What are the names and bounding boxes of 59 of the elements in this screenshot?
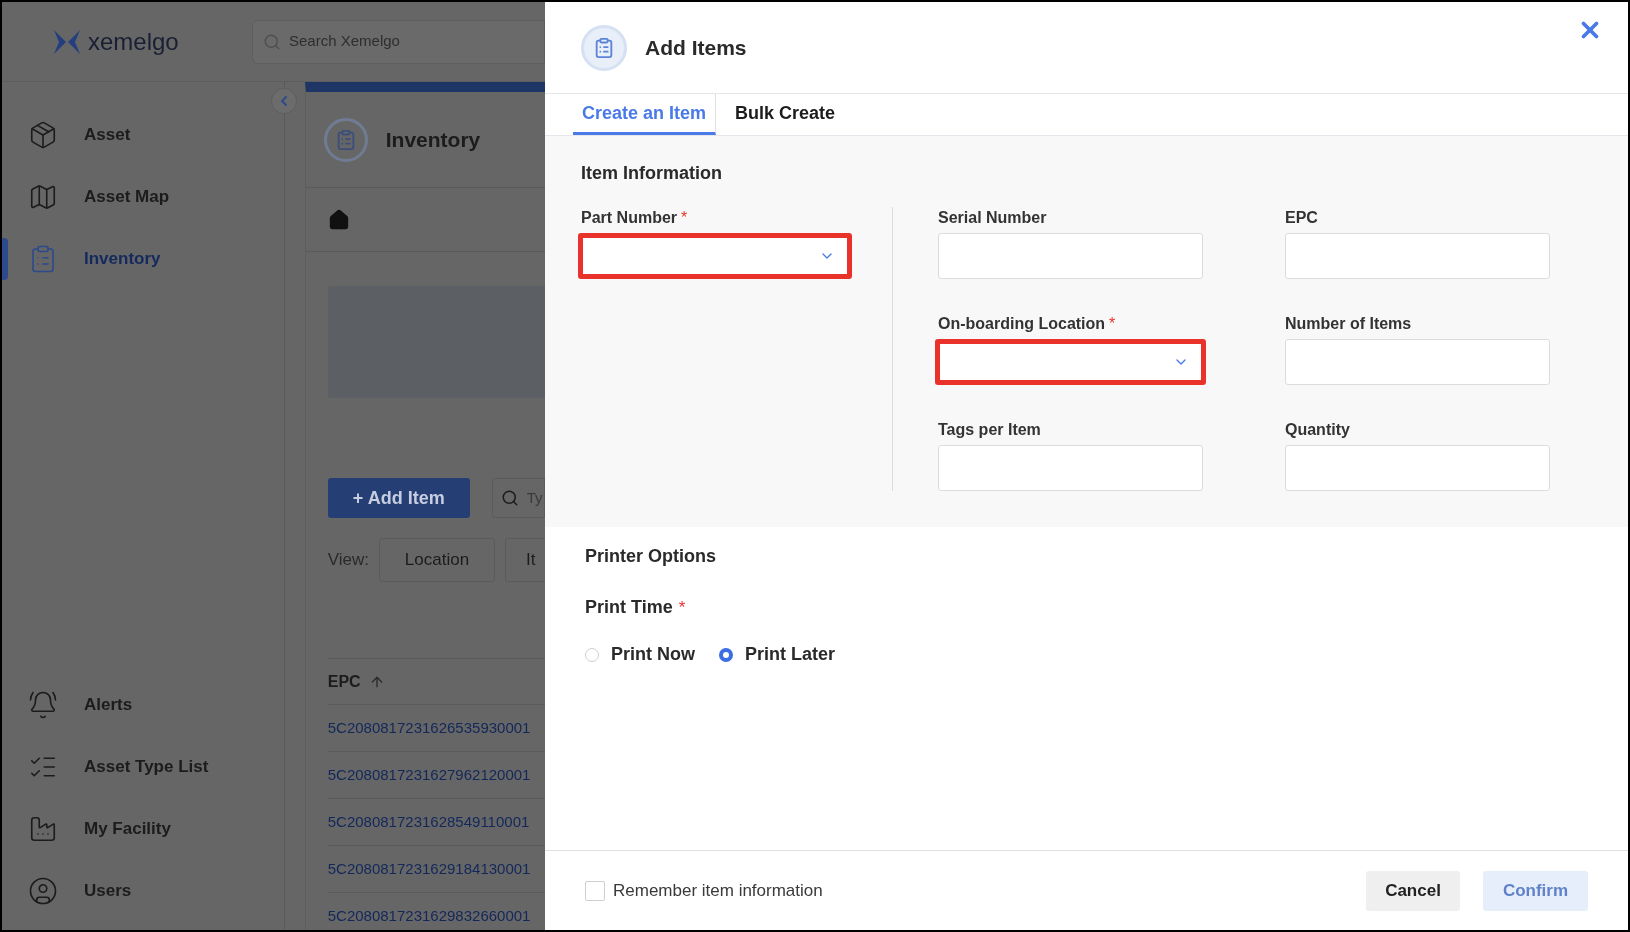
epc-link[interactable]: 5C2080817231626535930001	[327, 716, 531, 740]
logo-text: xemelgo	[88, 26, 179, 57]
radio-label[interactable]: Print Now	[611, 641, 695, 668]
user-icon	[28, 876, 58, 906]
dropdown-field[interactable]	[578, 233, 852, 279]
sidebar-item[interactable]: Asset Type List	[84, 754, 209, 780]
add-item-button[interactable]: + Add Item	[327, 478, 470, 518]
sidebar-item[interactable]: Asset	[84, 122, 131, 148]
required-mark: *	[678, 596, 686, 619]
field-label: Print Time	[585, 596, 673, 619]
section-title: Item Information	[581, 162, 722, 185]
search-icon	[263, 32, 281, 51]
modal-title: Add Items	[645, 34, 747, 61]
logo-icon	[54, 29, 80, 54]
checkbox-label: Remember item information	[613, 879, 823, 902]
radio-button[interactable]	[719, 647, 733, 662]
input-field[interactable]	[938, 445, 1203, 491]
bell-icon	[28, 690, 58, 720]
epc-link[interactable]: 5C2080817231629832660001	[327, 904, 531, 928]
dropdown-field[interactable]	[935, 339, 1206, 385]
sidebar-item[interactable]: Alerts	[84, 692, 133, 718]
section-title: Printer Options	[585, 545, 716, 568]
required-mark: *	[1109, 314, 1116, 334]
building-icon	[28, 814, 58, 844]
search-field[interactable]: Search Xemelgo	[252, 19, 545, 64]
field-label: Tags per Item	[938, 420, 1041, 440]
field-label: Number of Items	[1285, 314, 1412, 334]
sidebar-item[interactable]: My Facility	[84, 816, 171, 842]
field-label: Quantity	[1285, 420, 1350, 440]
required-mark: *	[681, 208, 688, 228]
tab[interactable]: Bulk Create	[726, 94, 845, 135]
sidebar-item[interactable]: Inventory	[84, 246, 161, 272]
sidebar-item[interactable]: Users	[84, 878, 132, 904]
field-label: On-boarding Location	[938, 314, 1106, 334]
input-field[interactable]	[938, 233, 1203, 279]
epc-link[interactable]: 5C2080817231627962120001	[327, 763, 531, 787]
view-label: View:	[327, 549, 369, 572]
radio-label[interactable]: Print Later	[745, 641, 836, 668]
clipboard-icon	[581, 24, 627, 71]
field-label: Part Number	[581, 208, 678, 228]
search-icon	[500, 489, 519, 507]
field-label: Serial Number	[938, 208, 1047, 228]
home-icon[interactable]	[327, 208, 350, 231]
box-icon	[28, 120, 58, 150]
column-header[interactable]: EPC	[327, 669, 361, 694]
input-field[interactable]	[1285, 445, 1550, 491]
clipboard-icon	[323, 117, 368, 162]
input-field[interactable]	[1285, 233, 1550, 279]
page-title: Inventory	[385, 126, 481, 153]
epc-link[interactable]: 5C2080817231629184130001	[327, 857, 531, 881]
input-field[interactable]	[1285, 339, 1550, 385]
collapse-button[interactable]	[270, 88, 297, 114]
checkbox[interactable]	[585, 880, 605, 901]
map-icon	[28, 182, 58, 212]
field-label: EPC	[1285, 208, 1318, 228]
sidebar-item[interactable]: Asset Map	[84, 184, 170, 210]
epc-link[interactable]: 5C2080817231628549110001	[327, 810, 530, 834]
view-option-button[interactable]: Location	[379, 538, 495, 582]
cancel-button[interactable]: Cancel	[1366, 870, 1460, 911]
